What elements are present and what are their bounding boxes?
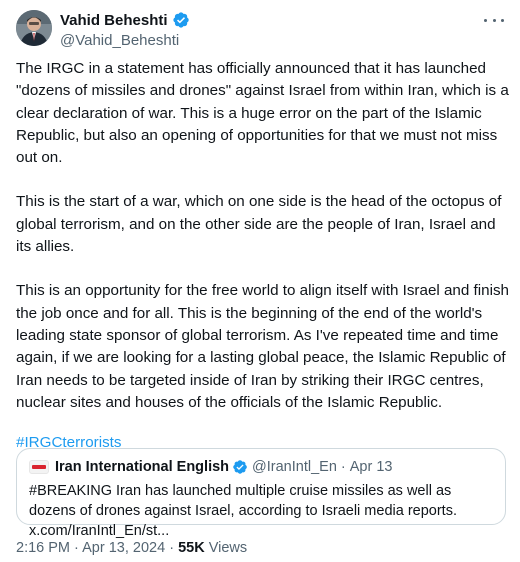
tweet-body: The IRGC in a statement has officially a… (16, 58, 512, 454)
quoted-handle: @IranIntl_En (252, 459, 337, 475)
tweet-paragraph: The IRGC in a statement has officially a… (16, 60, 509, 167)
meta-separator: · (169, 540, 175, 556)
tweet-paragraph: This is an opportunity for the free worl… (16, 282, 509, 411)
more-options-icon[interactable] (484, 12, 504, 28)
quoted-verified-badge-icon (233, 460, 247, 474)
views-label: Views (208, 540, 248, 556)
author-handle[interactable]: @Vahid_Beheshti (60, 32, 190, 49)
tweet-paragraph: This is the start of a war, which on one… (16, 193, 502, 256)
author-display-name[interactable]: Vahid Beheshti (60, 12, 168, 29)
avatar[interactable] (16, 10, 52, 46)
quoted-separator: · (340, 459, 346, 475)
tweet-card: Vahid Beheshti @Vahid_Beheshti The IRGC … (0, 0, 520, 562)
quoted-tweet-header: Iran International English @IranIntl_En … (29, 459, 392, 475)
quoted-date: Apr 13 (349, 459, 393, 475)
views-count: 55K (178, 540, 205, 556)
quoted-display-name: Iran International English (55, 459, 230, 475)
meta-separator: · (74, 540, 79, 556)
quoted-tweet-text: #BREAKING Iran has launched multiple cru… (29, 483, 457, 539)
verified-badge-icon (172, 12, 189, 28)
tweet-date[interactable]: Apr 13, 2024 (82, 540, 165, 556)
tweet-header: Vahid Beheshti @Vahid_Beheshti (16, 10, 504, 50)
author-names: Vahid Beheshti @Vahid_Beheshti (60, 10, 190, 49)
avatar-image (16, 10, 52, 46)
quoted-avatar (29, 460, 49, 474)
tweet-time[interactable]: 2:16 PM (16, 540, 70, 556)
tweet-metadata: 2:16 PM · Apr 13, 2024 · 55K Views (16, 540, 247, 556)
quoted-tweet[interactable]: Iran International English @IranIntl_En … (16, 448, 506, 539)
